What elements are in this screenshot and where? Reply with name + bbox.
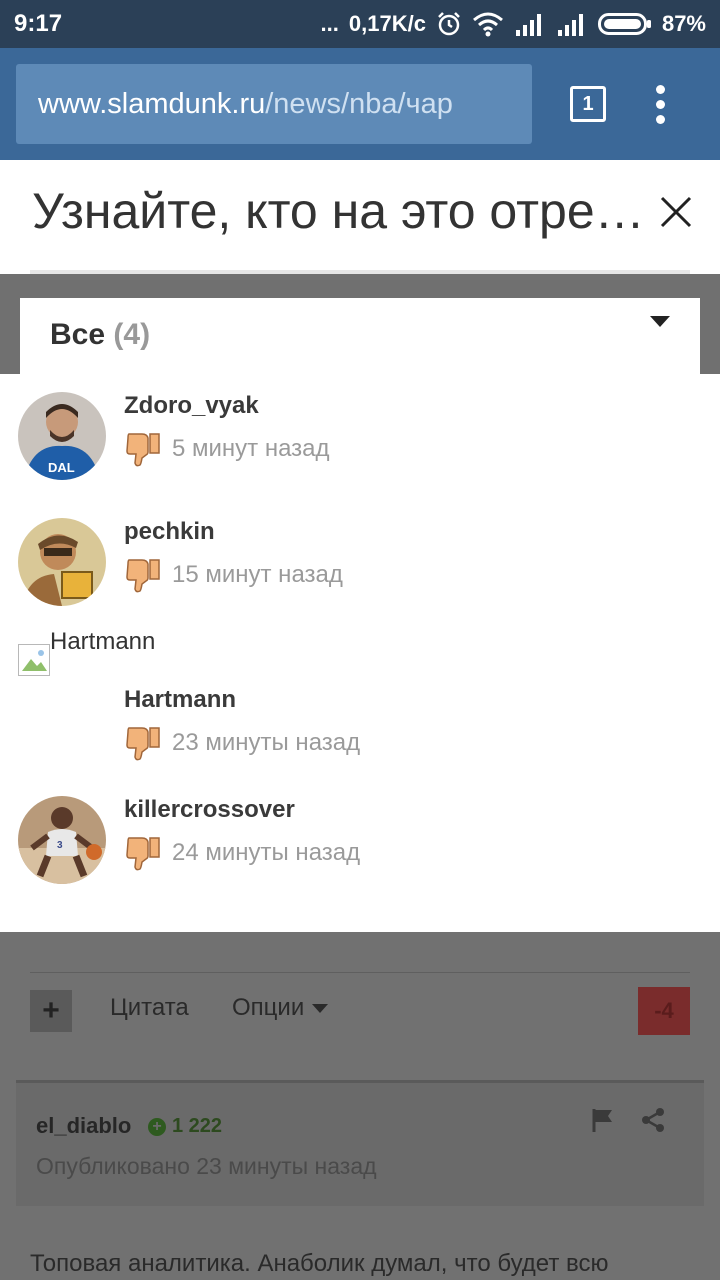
background-page: + Цитата Опции -4 el_diablo + 1 222 Опуб… bbox=[0, 932, 720, 1280]
url-domain: www.slamdunk.ru bbox=[38, 87, 266, 120]
comment-text: Топовая аналитика. Анаболик думал, что б… bbox=[30, 1250, 609, 1277]
status-icons: ... 0,17K/c 87% bbox=[321, 11, 706, 37]
thumbs-down-icon bbox=[126, 727, 160, 761]
divider bbox=[30, 972, 690, 973]
plus-circle-icon: + bbox=[148, 1117, 166, 1136]
avatar[interactable] bbox=[18, 518, 106, 606]
reaction-filter-dropdown[interactable]: Все (4) bbox=[20, 298, 700, 374]
add-button[interactable]: + bbox=[30, 990, 72, 1032]
browser-toolbar: www.slamdunk.ru/news/nba/чар 1 bbox=[0, 48, 720, 160]
caret-down-icon bbox=[650, 316, 670, 327]
share-icon[interactable] bbox=[640, 1107, 666, 1133]
broken-image-icon[interactable] bbox=[18, 644, 50, 676]
reputation-value: 1 222 bbox=[172, 1115, 223, 1137]
close-icon[interactable] bbox=[654, 190, 698, 234]
svg-text:DAL: DAL bbox=[48, 460, 75, 475]
signal-icon-2 bbox=[556, 12, 588, 36]
url-bar[interactable]: www.slamdunk.ru/news/nba/чар bbox=[16, 64, 532, 144]
filter-label: Все (4) bbox=[50, 318, 150, 352]
thumbs-down-icon bbox=[126, 837, 160, 871]
alarm-icon bbox=[436, 11, 462, 37]
user-name[interactable]: Zdoro_vyak bbox=[124, 392, 259, 420]
reactions-list: DAL Zdoro_vyak 5 минут назад pechkin 15 … bbox=[0, 374, 720, 932]
filter-label-text: Все bbox=[50, 318, 106, 351]
user-name[interactable]: killercrossover bbox=[124, 796, 295, 824]
filter-count: (4) bbox=[113, 318, 151, 351]
options-label: Опции bbox=[232, 994, 305, 1021]
reputation-badge: + 1 222 bbox=[148, 1115, 222, 1138]
list-item[interactable]: DAL Zdoro_vyak 5 минут назад bbox=[0, 392, 720, 482]
user-name[interactable]: pechkin bbox=[124, 518, 215, 546]
user-name[interactable]: Hartmann bbox=[124, 686, 236, 714]
vote-count-badge: -4 bbox=[638, 987, 690, 1035]
reaction-time: 23 минуты назад bbox=[172, 729, 361, 756]
thumbs-down-icon bbox=[126, 433, 160, 467]
list-item[interactable]: Hartmann Hartmann 23 минуты назад bbox=[0, 628, 720, 768]
comment-author[interactable]: el_diablo bbox=[36, 1113, 131, 1139]
reaction-time: 5 минут назад bbox=[172, 435, 330, 462]
reaction-time: 24 минуты назад bbox=[172, 839, 361, 866]
battery-icon bbox=[597, 12, 652, 36]
reaction-meta: 23 минуты назад bbox=[124, 724, 360, 762]
thumbs-down-icon bbox=[126, 559, 160, 593]
quote-button[interactable]: Цитата bbox=[110, 994, 189, 1022]
reaction-time: 15 минут назад bbox=[172, 561, 343, 588]
status-bar: 9:17 ... 0,17K/c 87% bbox=[0, 0, 720, 48]
url-path: /news/nba/чар bbox=[265, 87, 453, 120]
overflow-menu-icon[interactable] bbox=[656, 84, 665, 124]
battery-percent: 87% bbox=[661, 11, 706, 36]
reaction-meta: 5 минут назад bbox=[124, 430, 330, 468]
wifi-icon bbox=[472, 11, 504, 37]
status-time: 9:17 bbox=[14, 10, 63, 37]
comment-date: Опубликовано 23 минуты назад bbox=[36, 1153, 377, 1179]
caret-down-icon bbox=[312, 1004, 329, 1014]
flag-icon[interactable] bbox=[590, 1107, 616, 1133]
avatar[interactable]: 3 bbox=[18, 796, 106, 884]
tabs-button[interactable]: 1 bbox=[570, 86, 606, 122]
comment-card: el_diablo + 1 222 Опубликовано 23 минуты… bbox=[16, 1080, 704, 1206]
reactions-dialog-header: Узнайте, кто на это отреагировал bbox=[0, 160, 720, 274]
reaction-meta: 15 минут назад bbox=[124, 556, 343, 594]
avatar[interactable]: DAL bbox=[18, 392, 106, 480]
options-button[interactable]: Опции bbox=[232, 994, 329, 1022]
status-dots: ... bbox=[320, 11, 339, 36]
list-item[interactable]: 3 killercrossover 24 минуты назад bbox=[0, 796, 720, 886]
network-speed: 0,17K/c bbox=[348, 11, 426, 36]
svg-text:3: 3 bbox=[57, 840, 63, 851]
avatar-alt-text: Hartmann bbox=[50, 628, 156, 655]
list-item[interactable]: pechkin 15 минут назад bbox=[0, 518, 720, 608]
signal-icon bbox=[514, 12, 546, 36]
reaction-meta: 24 минуты назад bbox=[124, 834, 360, 872]
dialog-title: Узнайте, кто на это отреагировал bbox=[32, 183, 652, 239]
